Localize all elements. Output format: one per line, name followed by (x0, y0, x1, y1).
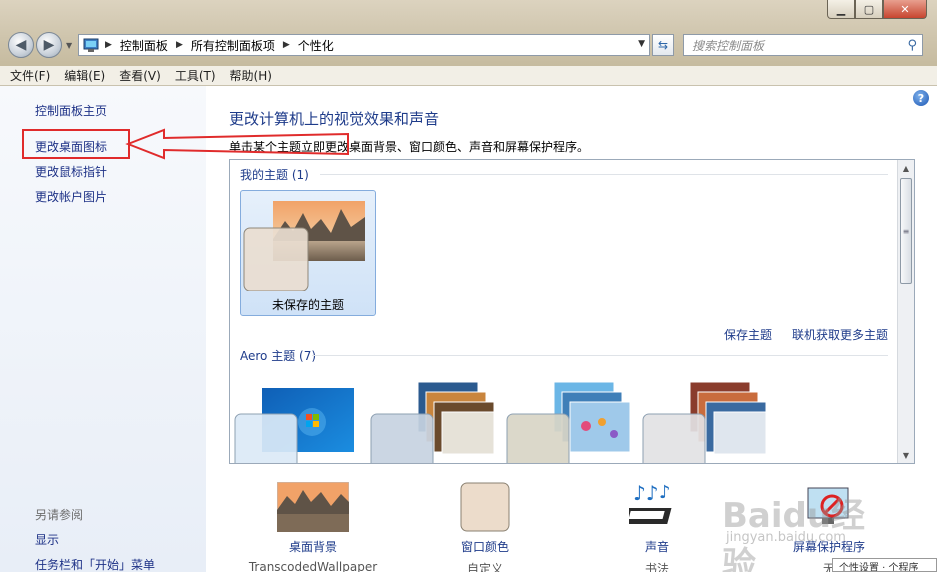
search-input[interactable]: 搜索控制面板 ⚲ (683, 34, 923, 56)
theme-thumbnail (243, 201, 365, 291)
menu-help[interactable]: 帮助(H) (230, 67, 272, 84)
theme-thumbnail (642, 381, 767, 463)
aero-theme-landscapes[interactable] (642, 378, 772, 463)
theme-actions: 保存主题 联机获取更多主题 (704, 326, 888, 343)
tooltip-popup: 个性设置 · 个程序 (832, 558, 937, 572)
back-button[interactable]: ◀ (8, 32, 34, 58)
theme-unsaved[interactable]: 未保存的主题 (240, 190, 376, 316)
help-icon[interactable]: ? (913, 90, 929, 106)
navigation-buttons: ◀ ▶ ▼ (8, 32, 72, 58)
my-themes-heading: 我的主题 (1) (240, 168, 309, 182)
sounds-label: 声音 (644, 540, 669, 554)
theme-thumbnail (370, 381, 495, 463)
menu-edit[interactable]: 编辑(E) (64, 67, 105, 84)
breadcrumb-separator[interactable]: ▶ (176, 40, 183, 50)
aero-theme-architecture[interactable] (370, 378, 500, 463)
sounds-value: 书法 (644, 562, 669, 572)
desktop-background-value: TranscodedWallpaper (248, 560, 378, 572)
watermark-url: jingyan.baidu.com (726, 530, 846, 545)
menu-view[interactable]: 查看(V) (119, 67, 161, 84)
wallpaper-icon (277, 482, 349, 532)
breadcrumb-separator: ▶ (105, 40, 112, 50)
desktop-background-label: 桌面背景 (288, 540, 337, 554)
page-title: 更改计算机上的视觉效果和声音 (229, 110, 440, 128)
watermark: Baidu经验 jingyan.baidu.com (718, 488, 898, 572)
forward-button[interactable]: ▶ (36, 32, 62, 58)
get-more-themes-link[interactable]: 联机获取更多主题 (792, 326, 888, 343)
annotation-highlight-box (22, 129, 130, 159)
theme-list: 我的主题 (1) 未保存的主题 保存主题 联机获取更多主题 Aero 主题 (7… (229, 159, 915, 464)
menu-bar: 文件(F) 编辑(E) 查看(V) 工具(T) 帮助(H) (0, 66, 937, 86)
scroll-up-icon[interactable]: ▲ (898, 160, 914, 176)
search-placeholder: 搜索控制面板 (692, 38, 765, 53)
see-also-display-link[interactable]: 显示 (35, 531, 59, 548)
control-panel-icon (83, 38, 99, 52)
aero-theme-characters[interactable] (506, 378, 636, 463)
window-color-value: 自定义 (466, 562, 503, 572)
section-divider (320, 174, 888, 175)
window-color-label: 窗口颜色 (460, 540, 509, 554)
theme-thumbnail (234, 388, 354, 463)
breadcrumb-all-items[interactable]: 所有控制面板项 (191, 37, 275, 54)
sidebar-item-change-mouse-pointer[interactable]: 更改鼠标指针 (35, 163, 107, 180)
aero-themes-heading: Aero 主题 (7) (240, 349, 317, 363)
recent-pages-dropdown-icon[interactable]: ▼ (66, 41, 72, 50)
breadcrumb-control-panel[interactable]: 控制面板 (120, 37, 168, 54)
aero-theme-windows7[interactable] (234, 378, 364, 463)
window-color-icon (460, 482, 510, 532)
refresh-button[interactable]: ⇆ (652, 34, 674, 56)
close-button[interactable]: ✕ (883, 0, 927, 19)
save-theme-link[interactable]: 保存主题 (724, 326, 772, 343)
minimize-button[interactable]: ▁ (827, 0, 855, 19)
vertical-scrollbar[interactable]: ▲ ≡ ▼ (897, 160, 914, 463)
menu-tools[interactable]: 工具(T) (175, 67, 216, 84)
address-bar[interactable]: ▶ 控制面板 ▶ 所有控制面板项 ▶ 个性化 ▼ (78, 34, 650, 56)
window-title-bar: ▁ ▢ ✕ ◀ ▶ ▼ ▶ 控制面板 ▶ 所有控制面板项 ▶ 个性化 ▼ ⇆ 搜… (0, 0, 937, 66)
theme-thumbnail (506, 381, 631, 463)
sidebar-item-control-panel-home[interactable]: 控制面板主页 (35, 102, 107, 119)
address-dropdown-icon[interactable]: ▼ (638, 39, 645, 49)
sidebar-item-change-account-picture[interactable]: 更改帐户图片 (35, 188, 107, 205)
scroll-down-icon[interactable]: ▼ (898, 447, 914, 463)
annotation-arrow-icon (125, 128, 349, 160)
see-also-heading: 另请参阅 (35, 508, 84, 522)
menu-file[interactable]: 文件(F) (10, 67, 50, 84)
svg-text:♪♪: ♪♪ (633, 481, 659, 505)
see-also-taskbar-link[interactable]: 任务栏和「开始」菜单 (35, 556, 155, 572)
theme-unsaved-label: 未保存的主题 (271, 298, 344, 312)
search-icon[interactable]: ⚲ (907, 38, 917, 53)
svg-text:♪: ♪ (659, 482, 671, 503)
scroll-thumb[interactable]: ≡ (900, 178, 912, 284)
sound-icon: ♪♪ ♪ (629, 481, 672, 524)
breadcrumb-separator[interactable]: ▶ (283, 40, 290, 50)
window-controls: ▁ ▢ ✕ (827, 0, 927, 20)
section-divider (312, 355, 888, 356)
breadcrumb-personalization[interactable]: 个性化 (298, 37, 334, 54)
maximize-button[interactable]: ▢ (855, 0, 883, 19)
